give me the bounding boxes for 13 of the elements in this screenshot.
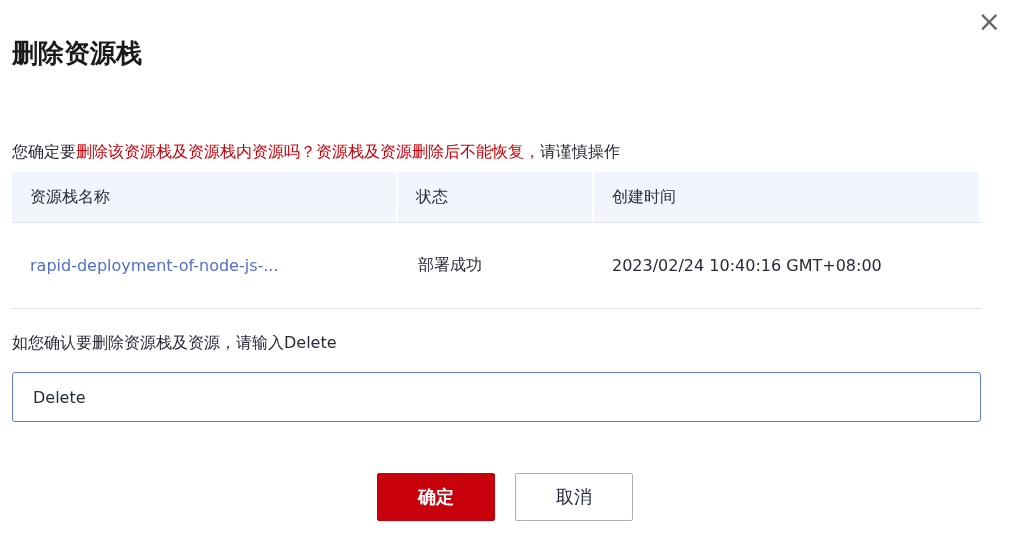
cancel-button[interactable]: 取消: [514, 473, 633, 521]
confirm-button[interactable]: 确定: [376, 473, 495, 521]
confirm-label: 如您确认要删除资源栈及资源，请输入Delete: [12, 333, 338, 354]
column-header: 状态: [398, 172, 594, 222]
column-header: 创建时间: [594, 172, 981, 222]
warning-text: 您确定要删除该资源栈及资源栈内资源吗？资源栈及资源删除后不能恢复，请谨慎操作: [12, 141, 621, 163]
dialog-title: 删除资源栈: [12, 37, 142, 70]
input-field[interactable]: Delete: [12, 372, 981, 422]
table-cell-text: 2023/02/24 10:40:16 GMT+08:00: [611, 256, 883, 275]
column-header: 资源栈名称: [12, 172, 398, 222]
table-cell-text: 部署成功: [417, 255, 483, 276]
stack-name-link[interactable]: rapid-deployment-of-node-js-...: [30, 256, 279, 275]
close-button[interactable]: ×: [977, 8, 1001, 36]
